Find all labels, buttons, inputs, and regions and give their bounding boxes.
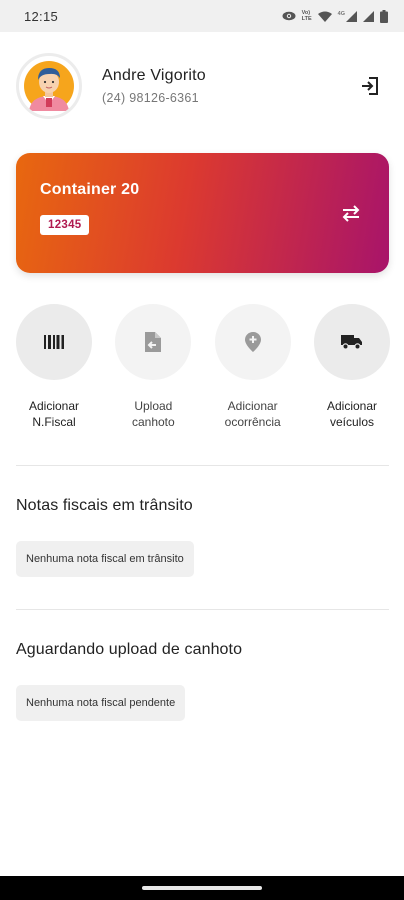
logout-button[interactable] [354,70,386,102]
pending-empty-message: Nenhuma nota fiscal pendente [16,685,186,721]
user-name: Andre Vigorito [102,67,206,84]
add-invoice-label: Adicionar N.Fiscal [28,399,80,429]
location-add-icon [244,332,261,352]
network-text: 4G [337,10,345,17]
eye-icon [282,11,296,21]
signal-icon-2 [363,10,374,22]
swap-container-button[interactable] [339,201,363,225]
volte-icon: Vo) LTE [302,10,312,22]
home-gesture-handle[interactable] [142,886,262,890]
quick-actions: Adicionar N.Fiscal Upload canhoto Adicio… [0,304,404,430]
divider [16,609,389,610]
status-bar: 12:15 Vo) LTE 4G [0,0,404,32]
4g-icon: 4G [337,10,357,22]
system-navigation-bar [0,876,404,900]
logout-icon [362,77,378,95]
user-phone: (24) 98126-6361 [102,91,199,105]
avatar[interactable] [16,53,82,119]
avatar-illustration-icon [19,56,79,116]
volte-text-bottom: LTE [301,16,312,22]
transit-empty-message: Nenhuma nota fiscal em trânsito [16,541,194,577]
document-upload-icon [145,332,162,352]
barcode-icon [44,335,64,349]
transit-section-title: Notas fiscais em trânsito [16,497,193,514]
upload-receipt-button[interactable] [115,304,192,380]
add-occurrence-button[interactable] [214,304,291,380]
divider [16,465,389,466]
upload-receipt-action[interactable]: Upload canhoto [115,304,192,430]
status-icons: Vo) LTE 4G [282,9,388,23]
container-title: Container 20 [40,181,140,198]
upload-receipt-label: Upload canhoto [131,399,175,429]
pending-section-title: Aguardando upload de canhoto [16,641,243,658]
swap-arrows-icon [342,205,360,222]
user-header: Andre Vigorito (24) 98126-6361 [16,52,388,120]
add-invoice-button[interactable] [16,304,92,380]
add-invoice-action[interactable]: Adicionar N.Fiscal [16,304,92,430]
battery-icon [380,9,388,23]
container-code-badge: 12345 [40,215,90,235]
add-occurrence-label: Adicionar ocorrência [224,399,281,429]
wifi-icon [317,11,332,22]
add-occurrence-action[interactable]: Adicionar ocorrência [214,304,291,430]
status-time: 12:15 [24,8,59,24]
user-info: Andre Vigorito (24) 98126-6361 [102,67,354,105]
container-card[interactable]: Container 20 12345 [16,153,389,273]
add-vehicle-button[interactable] [313,304,390,380]
add-vehicle-label: Adicionar veículos [326,399,377,429]
add-vehicle-action[interactable]: Adicionar veículos [313,304,390,430]
truck-icon [340,335,362,350]
